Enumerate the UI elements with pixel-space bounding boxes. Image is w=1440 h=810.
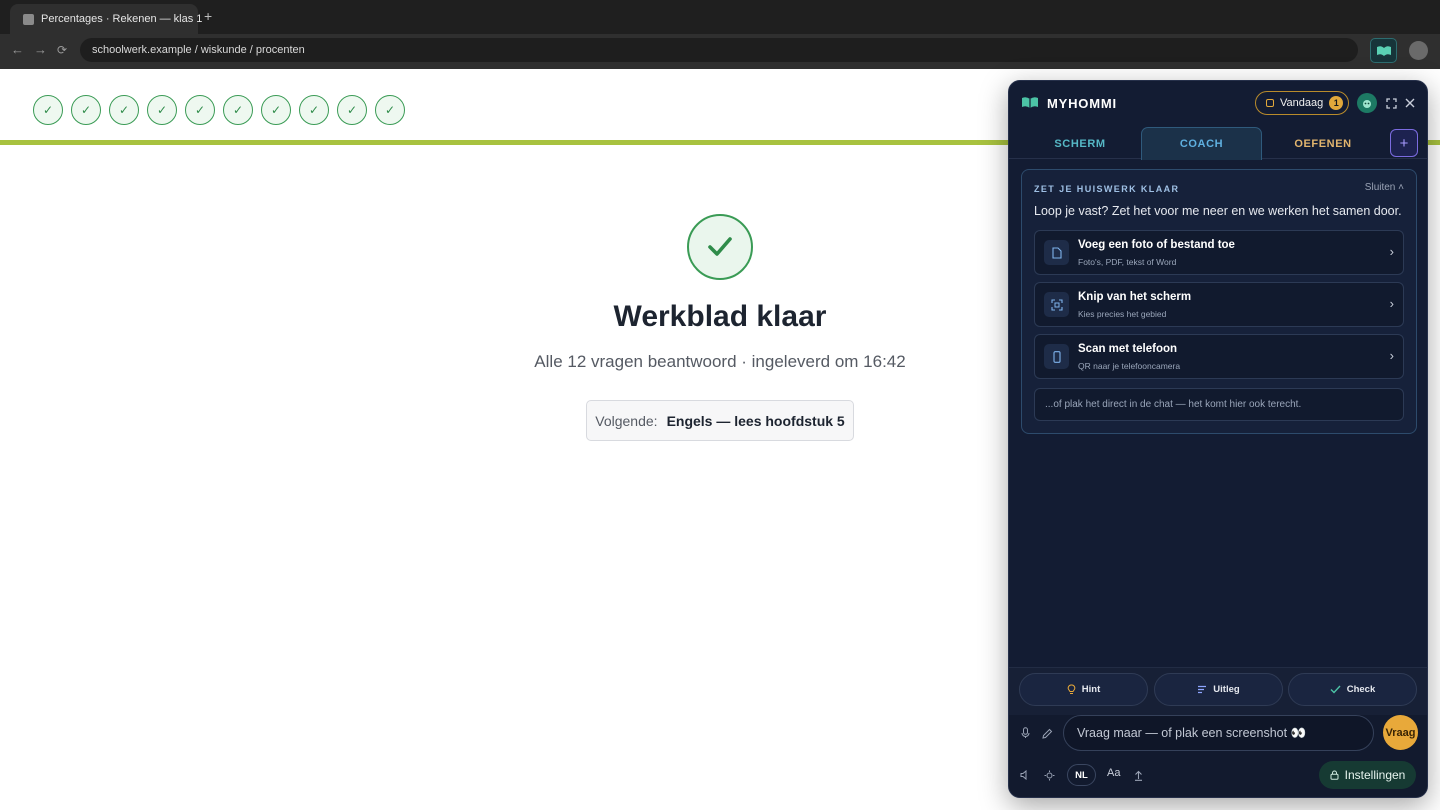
large-check-icon <box>708 237 732 256</box>
today-button[interactable]: Vandaag 1 <box>1255 91 1349 115</box>
chevron-right-icon: › <box>1389 244 1394 259</box>
progress-check-icon: ✓ <box>261 95 291 125</box>
settings-button[interactable]: Instellingen <box>1319 761 1416 789</box>
option-title: Voeg een foto of bestand toe <box>1078 239 1235 251</box>
hint-label: Hint <box>1081 684 1101 695</box>
homework-eyebrow: ZET JE HUISWERK KLAAR <box>1034 184 1180 194</box>
focus-icon[interactable] <box>1041 767 1057 783</box>
next-assignment[interactable]: Volgende: Engels — lees hoofdstuk 5 <box>586 400 854 441</box>
send-button[interactable]: Vraag <box>1383 715 1418 750</box>
new-tab-button[interactable]: + <box>204 8 212 24</box>
progress-check-icon: ✓ <box>109 95 139 125</box>
panel-tabs: SCHERM COACH OEFENEN + <box>1009 125 1427 160</box>
browser-tab[interactable]: Percentages · Rekenen — klas 1 <box>10 4 202 34</box>
lock-icon <box>1330 770 1339 780</box>
progress-check-icon: ✓ <box>337 95 367 125</box>
option-title: Knip van het scherm <box>1078 291 1192 303</box>
option-upload-file[interactable]: Voeg een foto of bestand toe Foto's, PDF… <box>1034 230 1404 275</box>
pencil-icon[interactable] <box>1039 725 1055 741</box>
screen-snip-icon <box>1044 292 1069 317</box>
progress-check-icon: ✓ <box>185 95 215 125</box>
chevron-right-icon: › <box>1389 296 1394 311</box>
homework-close-button[interactable]: Sluiten ˄ <box>1365 182 1404 193</box>
phone-icon <box>1044 344 1069 369</box>
lightbulb-icon <box>1067 684 1075 694</box>
chevron-right-icon: › <box>1389 348 1394 363</box>
lines-icon <box>1198 685 1207 694</box>
font-size-button[interactable]: Aa <box>1107 767 1120 779</box>
file-icon <box>1044 240 1069 265</box>
check-button[interactable]: Check <box>1288 673 1417 706</box>
panel-title: MYHOMMI <box>1047 96 1117 111</box>
tab-scherm[interactable]: SCHERM <box>1019 127 1141 160</box>
homework-intro: Loop je vast? Zet het voor me neer en we… <box>1034 204 1402 218</box>
chat-input[interactable] <box>1063 715 1374 751</box>
hint-button[interactable]: Hint <box>1019 673 1148 706</box>
paste-hint: ...of plak het direct in de chat — het k… <box>1034 388 1404 421</box>
check-label: Check <box>1346 684 1376 695</box>
profile-avatar[interactable] <box>1409 41 1428 60</box>
option-subtitle: QR naar je telefooncamera <box>1078 361 1181 371</box>
book-logo-icon <box>1376 45 1391 56</box>
option-subtitle: Foto's, PDF, tekst of Word <box>1078 257 1177 267</box>
progress-check-icon: ✓ <box>299 95 329 125</box>
language-toggle[interactable]: NL <box>1067 764 1096 786</box>
add-tab-button[interactable]: + <box>1390 129 1418 157</box>
close-icon[interactable] <box>1401 94 1419 112</box>
microphone-icon[interactable] <box>1017 725 1033 741</box>
myhommi-extension-button[interactable] <box>1370 38 1397 63</box>
option-scan-phone[interactable]: Scan met telefoon QR naar je telefooncam… <box>1034 334 1404 379</box>
browser-toolbar: ← → ⟳ schoolwerk.example / wiskunde / pr… <box>0 34 1440 69</box>
uitleg-button[interactable]: Uitleg <box>1154 673 1283 706</box>
browser-tabstrip: Percentages · Rekenen — klas 1 + <box>0 0 1440 34</box>
next-label: Volgende: <box>595 412 658 429</box>
progress-check-icon: ✓ <box>375 95 405 125</box>
address-text: schoolwerk.example / wiskunde / procente… <box>92 44 305 56</box>
book-logo-icon <box>1022 97 1038 108</box>
address-bar[interactable]: schoolwerk.example / wiskunde / procente… <box>80 38 1358 62</box>
today-label: Vandaag <box>1280 97 1324 109</box>
upload-arrow-icon[interactable] <box>1130 767 1146 783</box>
today-count-badge: 1 <box>1329 96 1344 110</box>
next-value: Engels — lees hoofdstuk 5 <box>666 412 845 429</box>
back-arrow-icon[interactable]: ← <box>11 42 24 57</box>
tab-title: Percentages · Rekenen — klas 1 <box>41 13 203 25</box>
option-subtitle: Kies precies het gebied <box>1078 309 1167 319</box>
check-icon <box>1330 685 1341 694</box>
speaker-icon[interactable] <box>1017 767 1033 783</box>
done-check-badge <box>687 214 753 280</box>
question-progress: ✓ ✓ ✓ ✓ ✓ ✓ ✓ ✓ ✓ ✓ <box>33 95 405 125</box>
tab-coach[interactable]: COACH <box>1141 127 1262 160</box>
progress-check-icon: ✓ <box>71 95 101 125</box>
reload-icon[interactable]: ⟳ <box>57 43 67 57</box>
coach-panel: MYHOMMI Vandaag 1 SCHERM COACH OEFENEN +… <box>1008 80 1428 798</box>
homework-card: ZET JE HUISWERK KLAAR Sluiten ˄ Loop je … <box>1021 169 1417 434</box>
uitleg-label: Uitleg <box>1213 684 1240 695</box>
tab-oefenen[interactable]: OEFENEN <box>1262 127 1384 160</box>
progress-check-icon: ✓ <box>33 95 63 125</box>
option-screen-snip[interactable]: Knip van het scherm Kies precies het geb… <box>1034 282 1404 327</box>
progress-check-icon: ✓ <box>147 95 177 125</box>
option-title: Scan met telefoon <box>1078 343 1178 355</box>
calendar-icon <box>1266 99 1274 107</box>
forward-arrow-icon[interactable]: → <box>34 42 47 57</box>
expand-icon[interactable] <box>1382 94 1400 112</box>
favicon-icon <box>23 13 34 25</box>
mascot-avatar-icon[interactable] <box>1357 93 1377 113</box>
quick-actions: Hint Uitleg Check <box>1009 667 1427 715</box>
chat-composer: Vraag NL Aa Instellingen <box>1009 715 1427 797</box>
progress-check-icon: ✓ <box>223 95 253 125</box>
settings-label: Instellingen <box>1344 768 1406 782</box>
